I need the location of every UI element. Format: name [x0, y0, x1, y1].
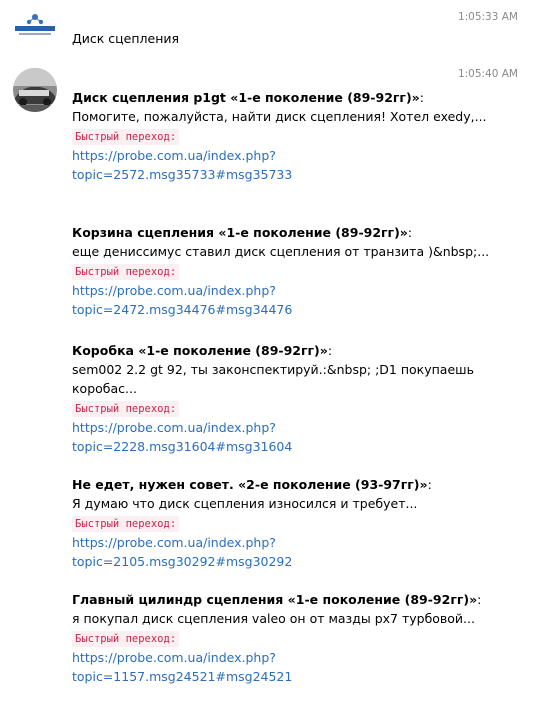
- result-snippet: Я думаю что диск сцепления износился и т…: [72, 496, 418, 511]
- search-result: Диск сцепления p1gt «1-е поколение (89-9…: [72, 88, 512, 223]
- quick-jump-label: Быстрый переход:: [72, 129, 180, 145]
- result-link[interactable]: https://probe.com.ua/index.php? topic=247…: [72, 281, 512, 319]
- result-title: Главный цилиндр сцепления «1-е поколение…: [72, 592, 482, 607]
- search-results-list: Диск сцепления p1gt «1-е поколение (89-9…: [72, 88, 512, 686]
- result-snippet: еще дениссимус ставил диск сцепления от …: [72, 244, 490, 259]
- result-snippet: sem002 2.2 gt 92, ты законспектируй.:&nb…: [72, 362, 474, 396]
- message-timestamp: 1:05:40 AM: [457, 68, 518, 80]
- quick-jump-label: Быстрый переход:: [72, 516, 180, 532]
- search-result: Коробка «1-е поколение (89-92гг)»: sem00…: [72, 341, 512, 475]
- quick-jump-label: Быстрый переход:: [72, 631, 180, 647]
- forum-logo-icon: [13, 12, 57, 38]
- quick-jump-label: Быстрый переход:: [72, 264, 180, 280]
- car-photo-avatar: [13, 68, 57, 112]
- result-snippet: я покупал диск сцепления valeo он от маз…: [72, 611, 475, 626]
- result-link[interactable]: https://probe.com.ua/index.php? topic=210…: [72, 533, 512, 571]
- search-result: Не едет, нужен совет. «2-е поколение (93…: [72, 475, 512, 590]
- result-title: Коробка «1-е поколение (89-92гг)»:: [72, 343, 333, 358]
- result-link[interactable]: https://probe.com.ua/index.php? topic=115…: [72, 648, 512, 686]
- quick-jump-label: Быстрый переход:: [72, 401, 180, 417]
- result-title: Корзина сцепления «1-е поколение (89-92г…: [72, 225, 413, 240]
- message-timestamp: 1:05:33 AM: [457, 11, 518, 23]
- result-title: Диск сцепления p1gt «1-е поколение (89-9…: [72, 90, 424, 105]
- result-link[interactable]: https://probe.com.ua/index.php? topic=222…: [72, 418, 512, 456]
- search-result: Корзина сцепления «1-е поколение (89-92г…: [72, 223, 512, 341]
- result-snippet: Помогите, пожалуйста, найти диск сцеплен…: [72, 109, 487, 124]
- message-text: Диск сцепления: [72, 31, 180, 46]
- result-link[interactable]: https://probe.com.ua/index.php? topic=257…: [72, 146, 512, 184]
- search-result: Главный цилиндр сцепления «1-е поколение…: [72, 590, 512, 686]
- result-title: Не едет, нужен совет. «2-е поколение (93…: [72, 477, 432, 492]
